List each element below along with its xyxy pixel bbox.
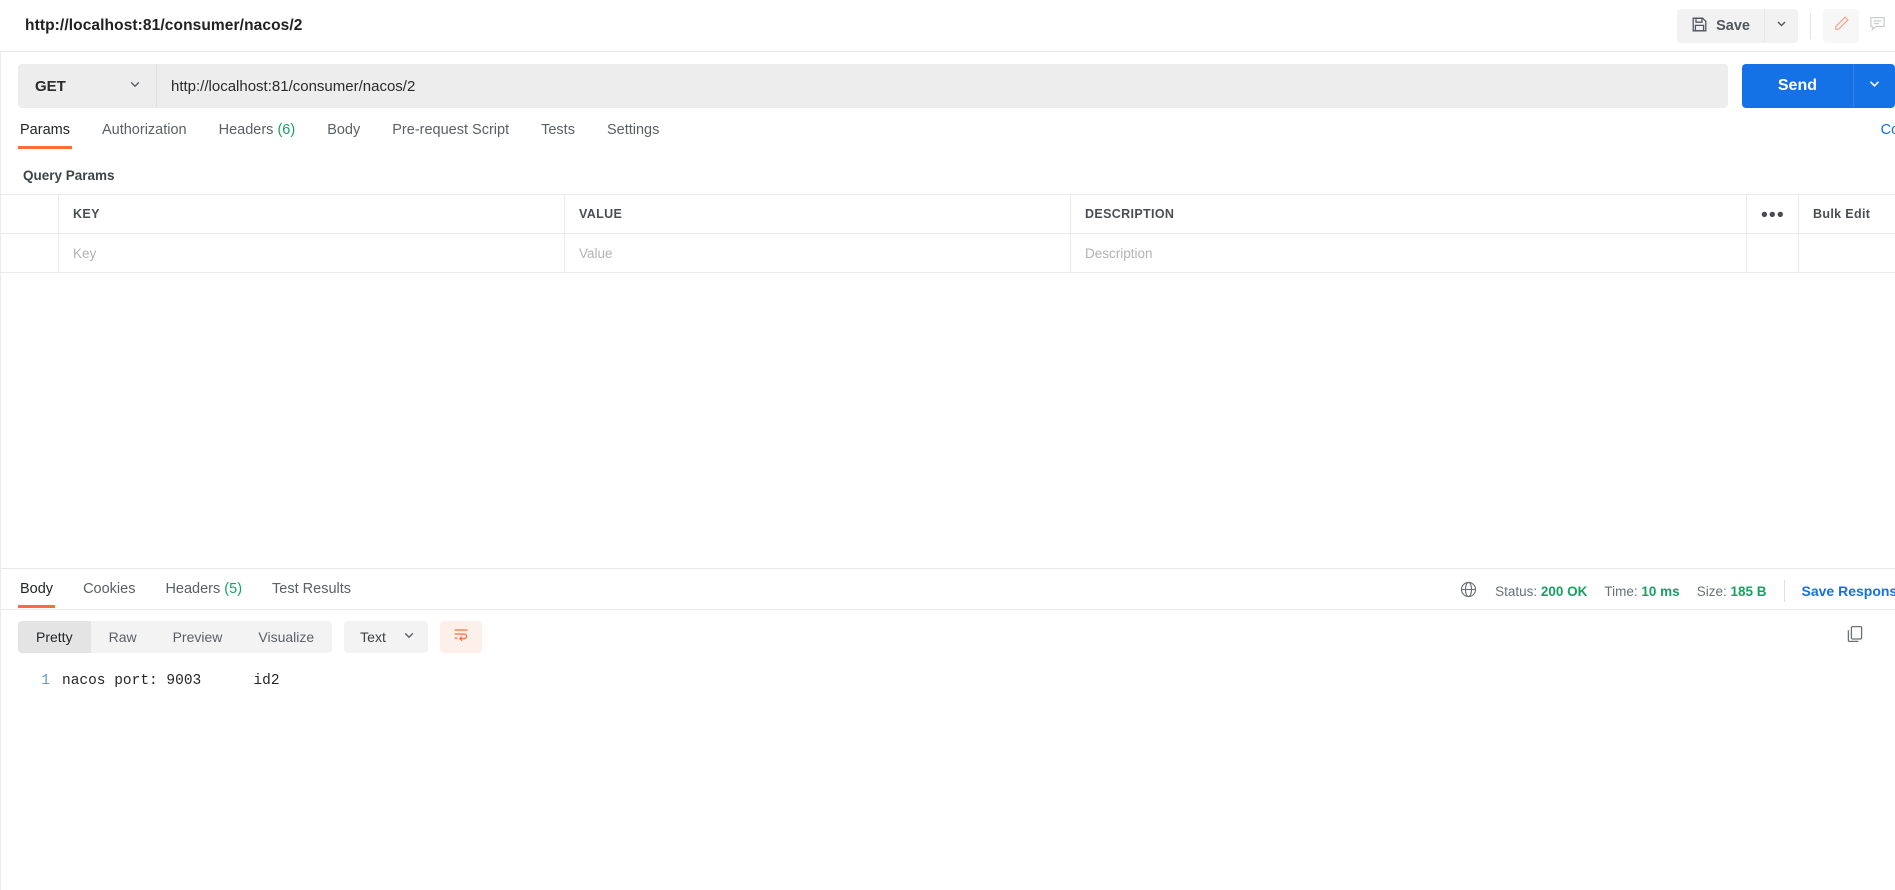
view-mode-visualize[interactable]: Visualize	[240, 621, 332, 653]
send-button[interactable]: Send	[1741, 64, 1853, 108]
left-rail-divider	[0, 52, 1, 890]
response-format-select[interactable]: Text	[344, 620, 428, 653]
cookies-link[interactable]: Cookies	[1881, 122, 1895, 138]
response-tab-cookies[interactable]: Cookies	[81, 579, 137, 608]
tab-settings-label: Settings	[606, 122, 660, 138]
bulk-edit-button[interactable]: Bulk Edit	[1799, 195, 1895, 233]
tab-params[interactable]: Params	[18, 120, 72, 149]
size-group: Size: 185 B	[1697, 584, 1767, 599]
tab-authorization-label: Authorization	[101, 122, 187, 138]
header-cell-description: DESCRIPTION	[1071, 195, 1747, 233]
tab-tests[interactable]: Tests	[539, 120, 577, 149]
query-params-table: KEY VALUE DESCRIPTION ●●● Bulk Edit Key …	[0, 194, 1895, 273]
header-cell-value: VALUE	[565, 195, 1071, 233]
send-button-group: Send	[1741, 64, 1895, 108]
header-cell-checkbox	[0, 195, 59, 233]
response-meta: Status: 200 OK Time: 10 ms Size: 185 B S…	[1459, 580, 1895, 602]
tab-authorization[interactable]: Authorization	[100, 120, 189, 149]
row-spacer	[1799, 234, 1895, 272]
http-method-label: GET	[35, 77, 66, 95]
toolbar-divider	[1810, 13, 1811, 39]
row-value-input[interactable]: Value	[565, 234, 1071, 272]
word-wrap-icon	[452, 625, 470, 648]
tab-body-label: Body	[327, 122, 361, 138]
line-content: nacos port: 9003 id2	[62, 673, 280, 689]
save-button-group: Save	[1677, 9, 1798, 43]
tab-headers-count: (6)	[277, 122, 296, 138]
request-body-empty-area	[0, 273, 1895, 569]
meta-divider	[1783, 580, 1785, 602]
response-tab-headers[interactable]: Headers (5)	[163, 579, 244, 608]
top-bar: http://localhost:81/consumer/nacos/2 Sav…	[0, 0, 1895, 52]
comment-icon	[1868, 14, 1887, 38]
time-value: 10 ms	[1641, 583, 1680, 599]
tab-headers-label: Headers	[218, 122, 274, 138]
tab-body[interactable]: Body	[325, 120, 362, 149]
save-button[interactable]: Save	[1677, 9, 1764, 43]
url-bar: GET http://localhost:81/consumer/nacos/2…	[0, 52, 1895, 120]
row-checkbox[interactable]	[0, 234, 59, 272]
response-tab-test-results-label: Test Results	[272, 581, 352, 597]
chevron-down-icon	[128, 77, 142, 96]
chevron-down-icon	[402, 628, 416, 645]
size-value: 185 B	[1730, 583, 1767, 599]
send-options-caret[interactable]	[1853, 64, 1895, 108]
row-description-input[interactable]: Description	[1071, 234, 1747, 272]
response-tab-cookies-label: Cookies	[83, 581, 136, 597]
pencil-icon	[1832, 14, 1851, 38]
status-value: 200 OK	[1540, 583, 1588, 599]
response-tabs: Body Cookies Headers (5) Test Results St…	[0, 569, 1895, 609]
line-number: 1	[41, 673, 50, 689]
response-tab-body-label: Body	[20, 581, 54, 597]
table-row: Key Value Description	[0, 234, 1895, 273]
top-bar-actions: Save	[1677, 0, 1895, 52]
request-tabs: Params Authorization Headers (6) Body Pr…	[0, 120, 1895, 158]
globe-icon	[1459, 580, 1478, 602]
chevron-down-icon	[1775, 17, 1788, 35]
response-tab-body[interactable]: Body	[18, 579, 56, 608]
copy-response-button[interactable]	[1837, 620, 1873, 654]
status-group: Status: 200 OK	[1495, 584, 1587, 599]
http-method-select[interactable]: GET	[18, 64, 156, 108]
tab-params-label: Params	[20, 122, 70, 138]
code-line: 1 nacos port: 9003 id2	[0, 673, 1895, 689]
tab-settings[interactable]: Settings	[605, 120, 661, 149]
header-cell-key: KEY	[59, 195, 565, 233]
tab-headers[interactable]: Headers (6)	[217, 120, 298, 149]
status-label: Status:	[1495, 583, 1538, 599]
time-group: Time: 10 ms	[1604, 584, 1679, 599]
save-options-caret[interactable]	[1764, 9, 1798, 43]
url-input[interactable]: http://localhost:81/consumer/nacos/2	[156, 64, 1728, 108]
ellipsis-icon[interactable]: ●●●	[1747, 195, 1799, 233]
edit-request-button[interactable]	[1823, 9, 1859, 43]
row-options-icon[interactable]	[1747, 234, 1799, 272]
copy-icon	[1845, 624, 1865, 649]
response-toolbar: Pretty Raw Preview Visualize Text	[0, 609, 1895, 663]
word-wrap-toggle[interactable]	[439, 620, 482, 653]
row-key-input[interactable]: Key	[59, 234, 565, 272]
size-label: Size:	[1696, 583, 1727, 599]
response-tab-headers-label: Headers	[165, 581, 221, 597]
response-toolbar-actions	[1837, 620, 1895, 654]
save-response-button[interactable]: Save Response	[1802, 583, 1895, 599]
response-tab-headers-count: (5)	[224, 581, 243, 597]
response-body: 1 nacos port: 9003 id2	[0, 663, 1895, 689]
tab-pre-request-script-label: Pre-request Script	[392, 122, 510, 138]
comment-button[interactable]	[1859, 9, 1895, 43]
tab-tests-label: Tests	[541, 122, 575, 138]
view-mode-preview[interactable]: Preview	[155, 621, 241, 653]
response-tab-test-results[interactable]: Test Results	[270, 579, 353, 608]
save-button-label: Save	[1716, 18, 1750, 34]
request-title: http://localhost:81/consumer/nacos/2	[25, 16, 303, 34]
chevron-down-icon	[1867, 76, 1882, 96]
query-params-title: Query Params	[23, 168, 115, 183]
response-view-mode-group: Pretty Raw Preview Visualize	[18, 620, 333, 653]
view-mode-raw[interactable]: Raw	[91, 621, 155, 653]
response-format-label: Text	[360, 628, 386, 645]
tab-pre-request-script[interactable]: Pre-request Script	[390, 120, 511, 149]
view-mode-pretty[interactable]: Pretty	[18, 620, 91, 653]
table-header-row: KEY VALUE DESCRIPTION ●●● Bulk Edit	[0, 195, 1895, 234]
floppy-disk-icon	[1691, 16, 1708, 37]
time-label: Time:	[1604, 583, 1638, 599]
